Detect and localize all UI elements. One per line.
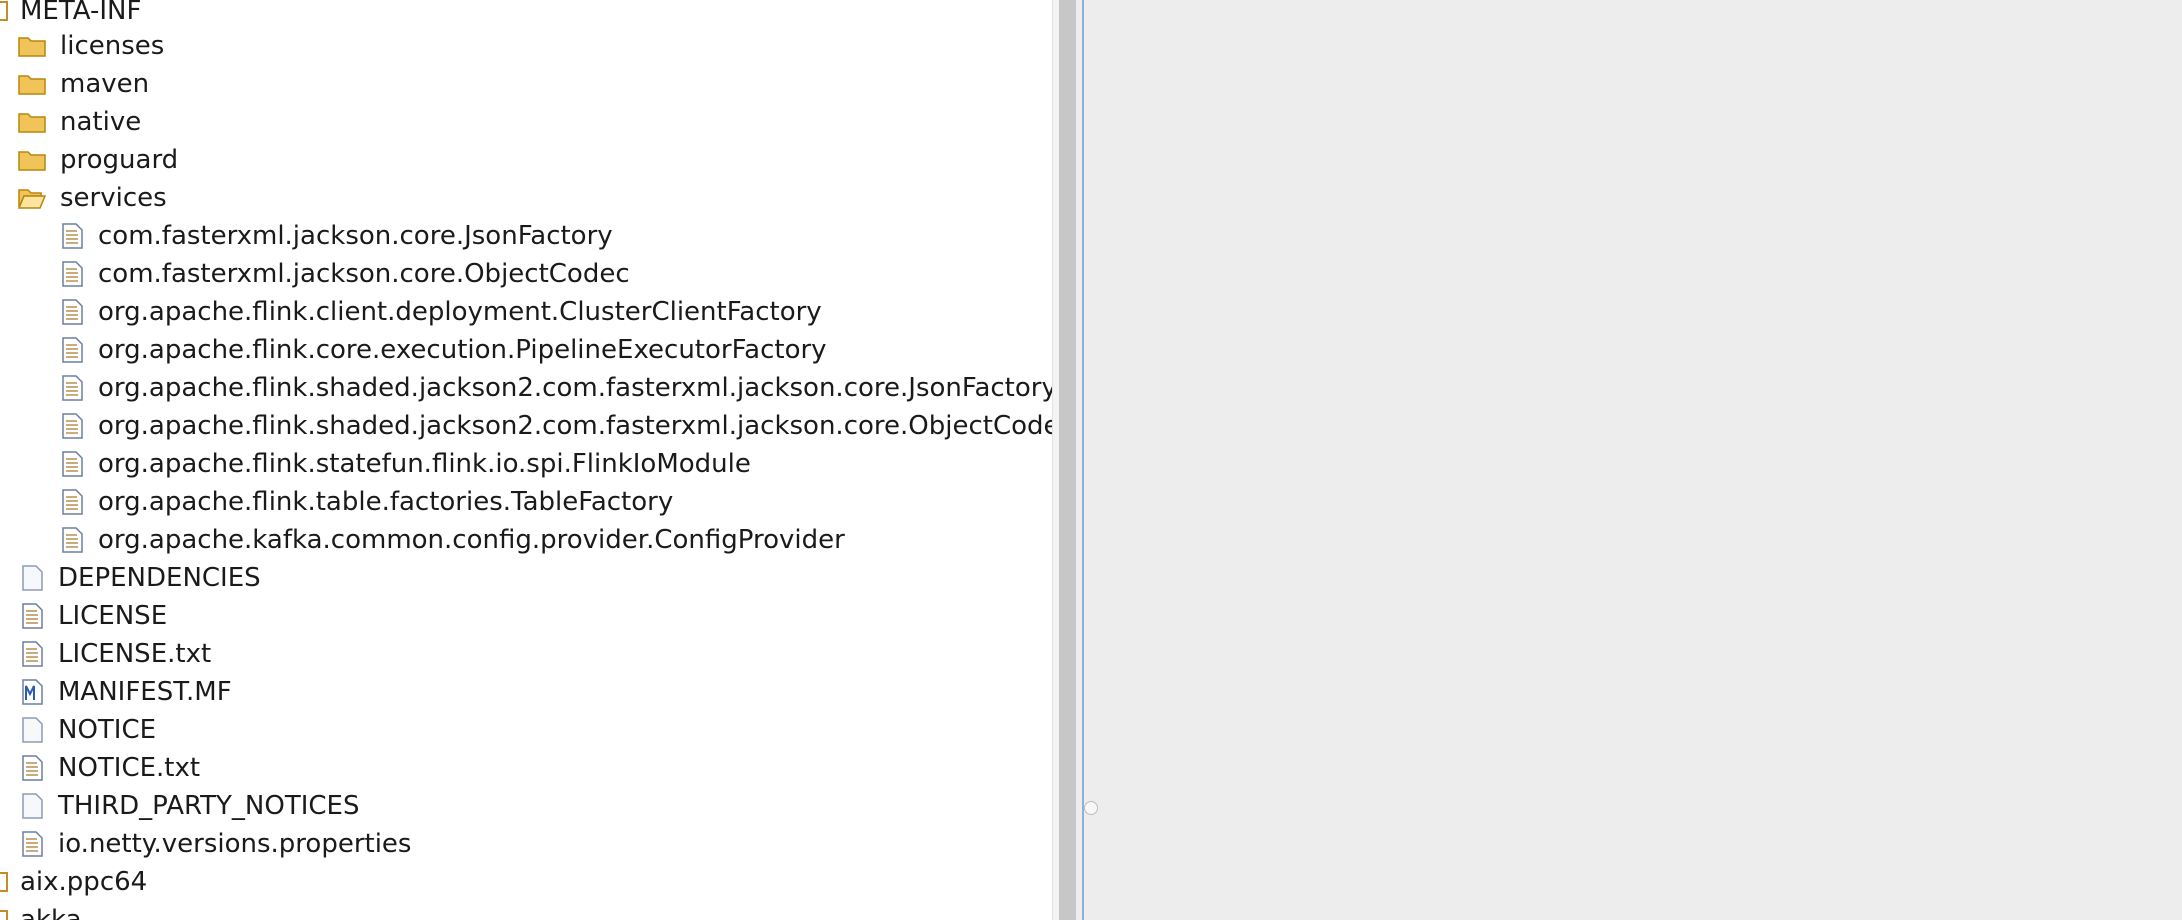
expand-twisty-icon[interactable] <box>0 872 8 892</box>
tree-item-label: native <box>60 107 142 137</box>
blank-file-icon <box>22 565 43 591</box>
tree-item-label: org.apache.flink.table.factories.TableFa… <box>98 487 674 517</box>
tree-item-folder-native[interactable]: native <box>18 103 141 141</box>
text-file-icon <box>22 641 43 667</box>
tree-item-service-file[interactable]: org.apache.flink.core.execution.Pipeline… <box>62 331 827 369</box>
tree-item-label: licenses <box>60 31 165 61</box>
tree-item-label: MANIFEST.MF <box>58 677 232 707</box>
tree-item-file-third-party-notices[interactable]: THIRD_PARTY_NOTICES <box>22 787 359 825</box>
tree-item-service-file[interactable]: org.apache.kafka.common.config.provider.… <box>62 521 845 559</box>
tree-item-label: com.fasterxml.jackson.core.JsonFactory <box>98 221 613 251</box>
expand-twisty-icon[interactable] <box>0 1 8 21</box>
tree-item-file-manifest[interactable]: MANIFEST.MF <box>22 673 232 711</box>
tree-item-folder-proguard[interactable]: proguard <box>18 141 178 179</box>
manifest-file-icon <box>22 679 43 705</box>
text-file-icon <box>62 375 83 401</box>
tree-item-label: com.fasterxml.jackson.core.ObjectCodec <box>98 259 630 289</box>
expand-twisty-icon[interactable] <box>0 910 8 920</box>
editor-area <box>1076 0 2182 920</box>
blank-file-icon <box>22 717 43 743</box>
editor-border-line <box>1082 0 1084 920</box>
blank-file-icon <box>22 793 43 819</box>
tree-item-label: LICENSE.txt <box>58 639 212 669</box>
resize-handle-icon[interactable] <box>1084 801 1098 815</box>
tree-item-file-notice-txt[interactable]: NOTICE.txt <box>22 749 200 787</box>
tree-item-label: org.apache.flink.statefun.flink.io.spi.F… <box>98 449 751 479</box>
tree-item-package-akka[interactable]: akka <box>0 901 82 920</box>
tree-item-file-notice[interactable]: NOTICE <box>22 711 156 749</box>
tree-item-folder-services[interactable]: services <box>18 179 167 217</box>
tree-item-label: NOTICE.txt <box>58 753 201 783</box>
tree-item-file-netty-properties[interactable]: io.netty.versions.properties <box>22 825 411 863</box>
tree-item-label: akka <box>20 905 82 920</box>
tree-item-file-license[interactable]: LICENSE <box>22 597 167 635</box>
folder-icon <box>18 151 46 171</box>
tree-item-label: META-INF <box>20 0 142 26</box>
text-file-icon <box>62 527 83 553</box>
package-explorer-tree: META-INF licenses maven native proguard … <box>0 0 1052 920</box>
tree-item-label: org.apache.flink.client.deployment.Clust… <box>98 297 822 327</box>
tree-item-service-file[interactable]: com.fasterxml.jackson.core.ObjectCodec <box>62 255 630 293</box>
tree-item-label: org.apache.kafka.common.config.provider.… <box>98 525 845 555</box>
tree-item-label: proguard <box>60 145 179 175</box>
tree-item-label: NOTICE <box>58 715 157 745</box>
tree-item-label: DEPENDENCIES <box>58 563 261 593</box>
tree-item-service-file[interactable]: org.apache.flink.client.deployment.Clust… <box>62 293 822 331</box>
tree-item-service-file[interactable]: org.apache.flink.statefun.flink.io.spi.F… <box>62 445 751 483</box>
text-file-icon <box>22 831 43 857</box>
tree-item-folder-maven[interactable]: maven <box>18 65 149 103</box>
folder-icon <box>18 75 46 95</box>
folder-icon <box>18 113 46 133</box>
tree-item-label: maven <box>60 69 150 99</box>
tree-item-label: org.apache.flink.shaded.jackson2.com.fas… <box>98 411 1052 441</box>
text-file-icon <box>22 603 43 629</box>
tree-item-service-file[interactable]: org.apache.flink.table.factories.TableFa… <box>62 483 673 521</box>
tree-item-meta-inf[interactable]: META-INF <box>0 0 141 30</box>
text-file-icon <box>62 299 83 325</box>
tree-item-folder-licenses[interactable]: licenses <box>18 27 164 65</box>
text-file-icon <box>62 223 83 249</box>
pane-splitter-bar[interactable] <box>1059 0 1076 920</box>
text-file-icon <box>62 337 83 363</box>
tree-item-service-file[interactable]: org.apache.flink.shaded.jackson2.com.fas… <box>62 369 1052 407</box>
tree-item-service-file[interactable]: org.apache.flink.shaded.jackson2.com.fas… <box>62 407 1052 445</box>
tree-item-service-file[interactable]: com.fasterxml.jackson.core.JsonFactory <box>62 217 613 255</box>
tree-item-package-aix-ppc64[interactable]: aix.ppc64 <box>0 863 147 901</box>
tree-item-label: org.apache.flink.shaded.jackson2.com.fas… <box>98 373 1052 403</box>
tree-item-label: THIRD_PARTY_NOTICES <box>58 791 360 821</box>
text-file-icon <box>62 451 83 477</box>
tree-item-label: LICENSE <box>58 601 168 631</box>
text-file-icon <box>62 261 83 287</box>
tree-item-label: io.netty.versions.properties <box>58 829 412 859</box>
tree-item-label: services <box>60 183 167 213</box>
text-file-icon <box>62 489 83 515</box>
text-file-icon <box>22 755 43 781</box>
tree-item-file-license-txt[interactable]: LICENSE.txt <box>22 635 211 673</box>
text-file-icon <box>62 413 83 439</box>
tree-item-file-dependencies[interactable]: DEPENDENCIES <box>22 559 261 597</box>
open-folder-icon <box>18 189 46 209</box>
tree-item-label: aix.ppc64 <box>20 867 148 897</box>
tree-item-label: org.apache.flink.core.execution.Pipeline… <box>98 335 827 365</box>
folder-icon <box>18 37 46 57</box>
